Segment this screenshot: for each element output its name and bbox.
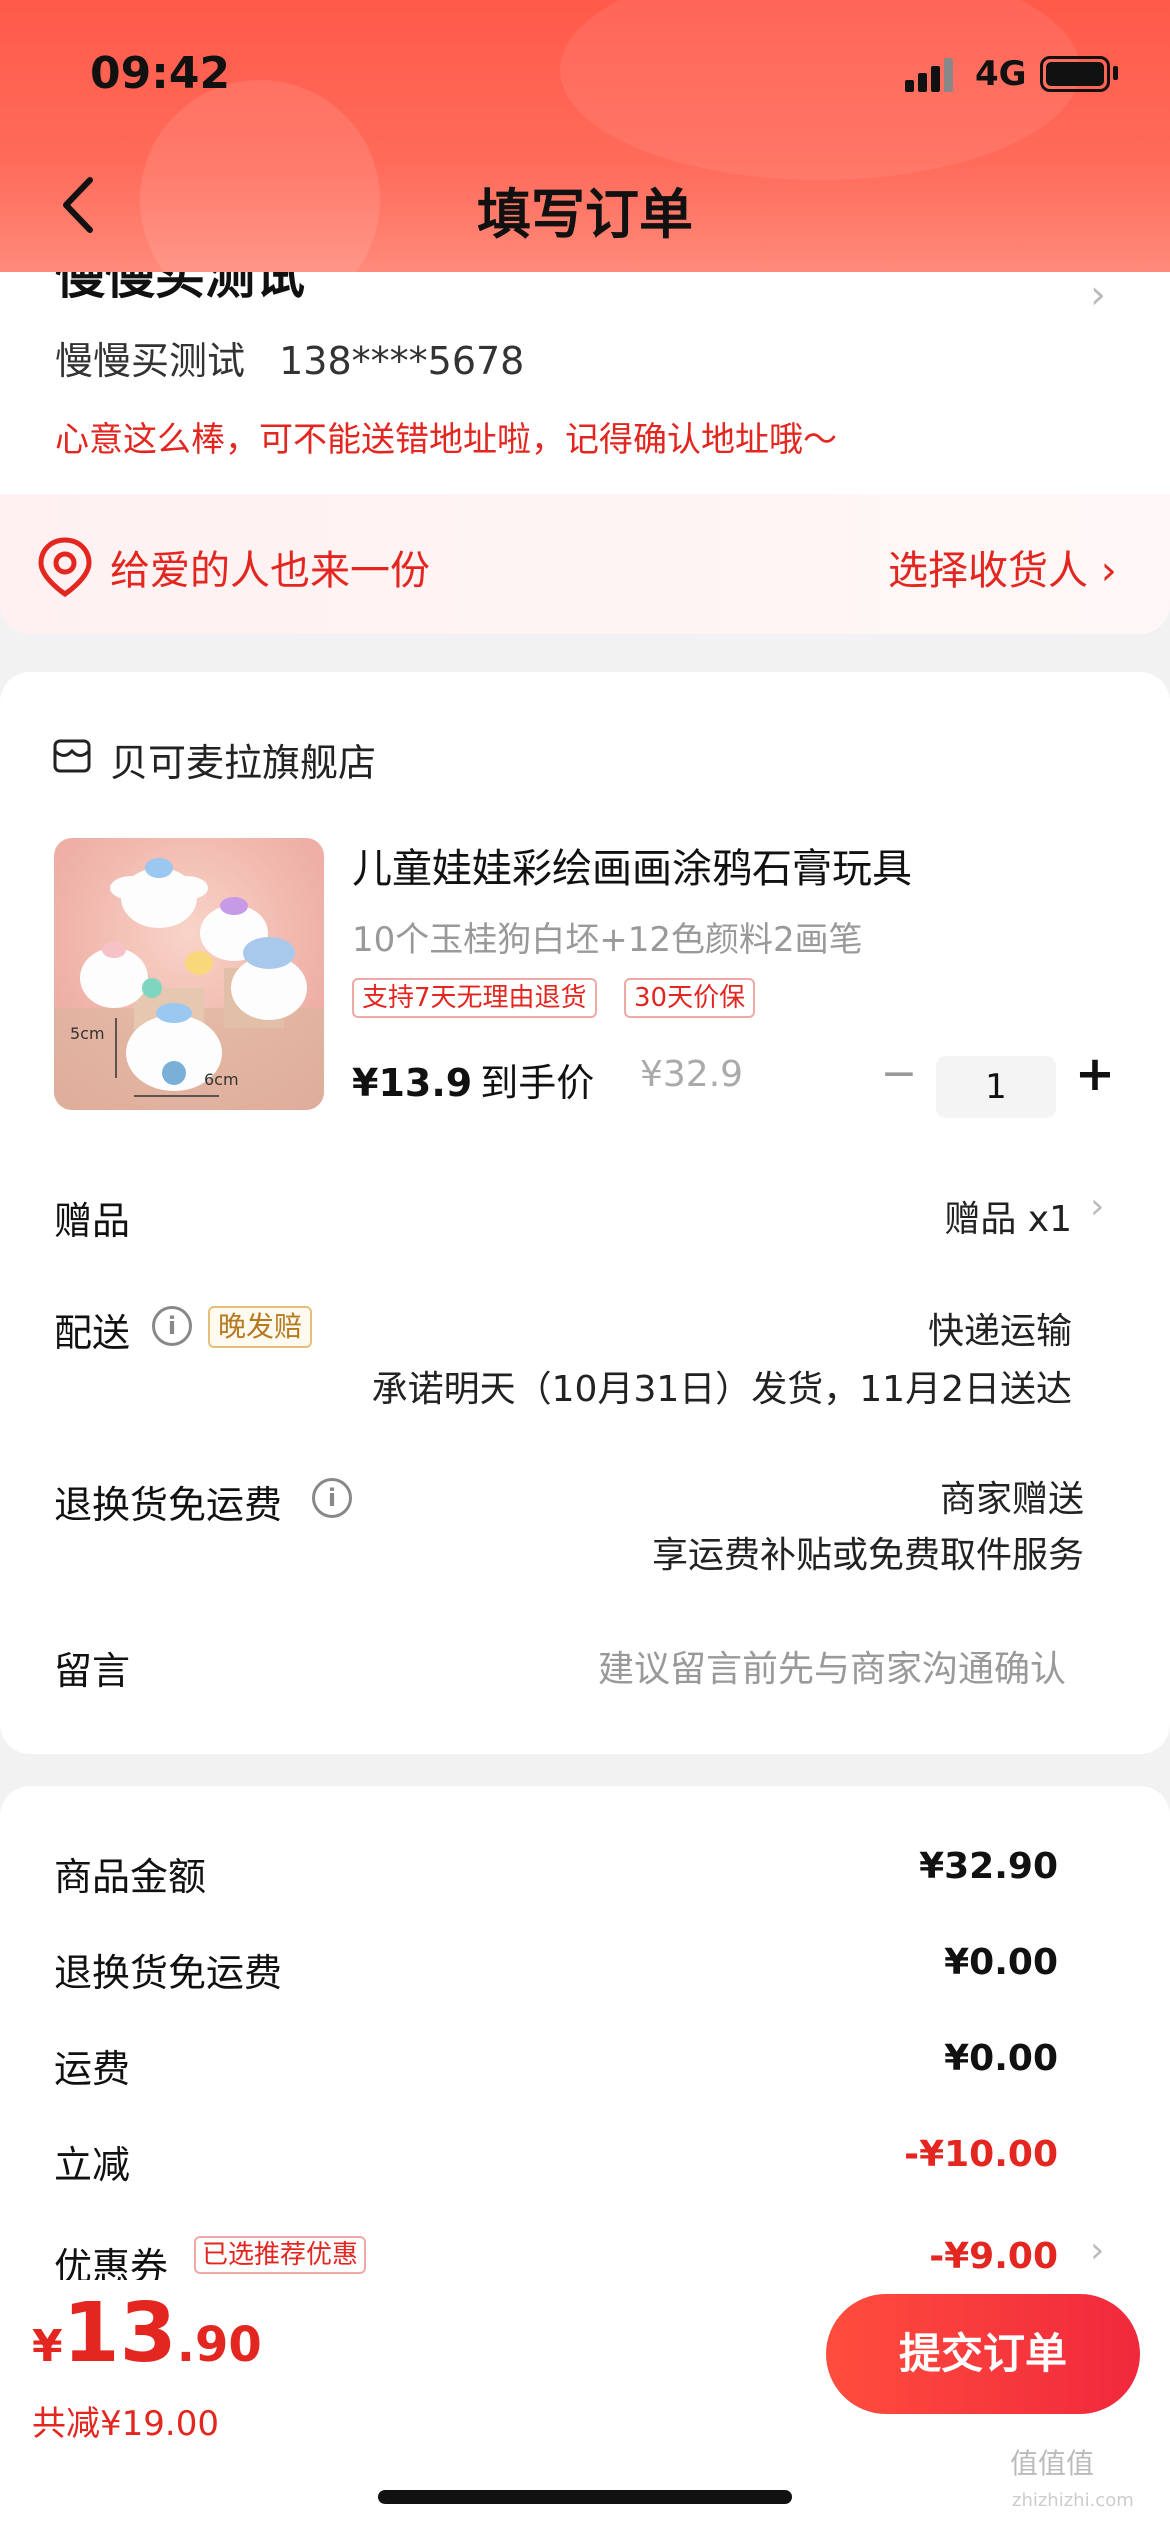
status-time: 09:42 — [90, 48, 231, 99]
return-free-value: 商家赠送 — [939, 1479, 1084, 1520]
original-price: ¥32.9 — [640, 1054, 744, 1095]
total-decimal: .90 — [176, 2317, 262, 2373]
summary-label: 商品金额 — [54, 1855, 207, 1899]
address-warning: 心意这么棒，可不能送错地址啦，记得确认地址哦～ — [55, 420, 837, 460]
header: 09:42 4G 填写订单 — [0, 0, 1170, 272]
info-icon[interactable]: i — [152, 1306, 192, 1346]
total-price: ¥13.90 — [32, 2286, 262, 2381]
quantity-increase-button[interactable]: + — [1070, 1044, 1120, 1104]
delivery-method: 快递运输 — [927, 1311, 1072, 1352]
coupon-value[interactable]: -¥9.00 — [929, 2236, 1058, 2277]
message-label: 留言 — [54, 1649, 131, 1693]
late-compensation-badge: 晚发赔 — [208, 1306, 313, 1348]
signal-icon — [905, 58, 955, 92]
store-icon — [53, 739, 91, 773]
submit-order-button[interactable]: 提交订单 — [826, 2294, 1140, 2414]
quantity-input[interactable]: 1 — [936, 1056, 1056, 1118]
address-name: 慢慢买测试 — [55, 272, 305, 305]
network-label: 4G — [975, 54, 1027, 94]
chevron-right-icon[interactable]: › — [1090, 2230, 1104, 2271]
total-saved: 共减¥19.00 — [32, 2404, 219, 2444]
gift-row-label: 赠品 — [54, 1199, 131, 1243]
bottom-bar: ¥13.90 共减¥19.00 提交订单 — [0, 2280, 1170, 2532]
chevron-right-icon[interactable]: › — [1090, 1186, 1104, 1227]
image-caption-height: 5cm — [70, 1024, 105, 1043]
product-illustration — [54, 858, 324, 1110]
image-caption-width: 6cm — [204, 1070, 239, 1089]
product-image[interactable]: 5cm 6cm — [54, 838, 324, 1110]
coupon-recommend-tag: 已选推荐优惠 — [194, 2236, 367, 2274]
product-title[interactable]: 儿童娃娃彩绘画画涂鸦石膏玩具 — [352, 836, 912, 894]
product-spec[interactable]: 10个玉桂狗白坯+12色颜料2画笔 — [352, 912, 863, 961]
location-pin-icon — [38, 537, 92, 598]
return-policy-tag: 支持7天无理由退货 — [352, 978, 597, 1018]
summary-label: 运费 — [54, 2047, 131, 2091]
summary-value: -¥10.00 — [904, 2134, 1058, 2175]
total-integer: 13 — [62, 2286, 177, 2381]
address-card[interactable]: 慢慢买测试 › 慢慢买测试 138****5678 心意这么棒，可不能送错地址啦… — [0, 272, 1170, 494]
summary-label: 立减 — [54, 2143, 131, 2187]
quantity-decrease-button[interactable]: − — [874, 1044, 924, 1104]
store-name[interactable]: 贝可麦拉旗舰店 — [110, 732, 376, 787]
summary-value: ¥32.90 — [919, 1846, 1058, 1887]
address-contact: 慢慢买测试 138****5678 — [55, 330, 546, 385]
home-indicator[interactable] — [378, 2490, 792, 2504]
battery-tip — [1113, 66, 1118, 80]
return-free-sub: 享运费补贴或免费取件服务 — [651, 1535, 1084, 1576]
price-value: ¥13.9 — [352, 1061, 473, 1105]
contact-name: 慢慢买测试 — [55, 339, 246, 383]
select-recipient-link[interactable]: 选择收货人 › — [888, 538, 1117, 596]
total-currency: ¥ — [32, 2321, 63, 2372]
price-label: 到手价 — [480, 1061, 595, 1105]
page-title: 填写订单 — [477, 183, 693, 246]
summary-label: 退换货免运费 — [54, 1951, 283, 1995]
chevron-right-icon: › — [1090, 272, 1106, 318]
delivery-row-label: 配送 — [54, 1311, 131, 1355]
gift-row-value[interactable]: 赠品 x1 — [944, 1190, 1072, 1242]
summary-value: ¥0.00 — [944, 1942, 1058, 1983]
contact-phone: 138****5678 — [279, 339, 525, 383]
info-icon[interactable]: i — [312, 1478, 352, 1518]
battery-icon — [1040, 56, 1110, 92]
message-input[interactable]: 建议留言前先与商家沟通确认 — [598, 1640, 1066, 1692]
watermark-url: zhizhizhi.com — [1012, 2490, 1134, 2511]
delivery-promise: 承诺明天（10月31日）发货，11月2日送达 — [371, 1369, 1072, 1410]
product-price: ¥13.9 到手价 — [352, 1052, 594, 1107]
return-free-label: 退换货免运费 — [54, 1483, 283, 1527]
summary-value: ¥0.00 — [944, 2038, 1058, 2079]
watermark: 值值值 — [1010, 2447, 1095, 2480]
gift-bar-text: 给爱的人也来一份 — [110, 548, 430, 594]
price-protect-tag: 30天价保 — [624, 978, 756, 1018]
